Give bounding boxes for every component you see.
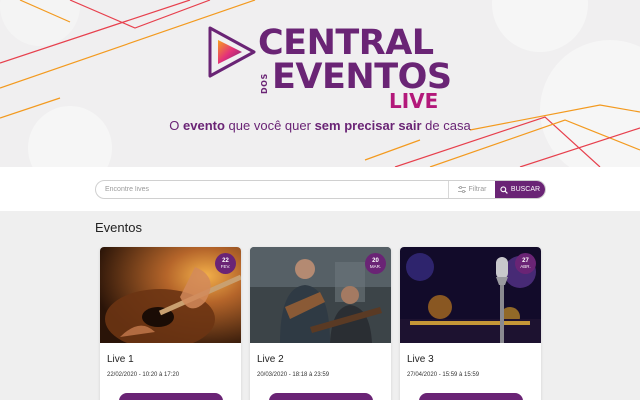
search-input[interactable] [96,181,448,198]
filter-button[interactable]: Filtrar [448,181,495,198]
event-title: Live 2 [257,354,284,365]
event-cta-button[interactable] [119,393,223,400]
brand-logo[interactable]: CENTRAL DOS EVENTOS LIVE [206,24,452,116]
event-title: Live 3 [407,354,434,365]
search-bar: Filtrar BUSCAR [95,180,546,199]
sliders-icon [457,186,466,193]
brand-name-live: LIVE [389,89,439,113]
event-card[interactable]: 20 MAR. Live 2 20/03/2020 - 18:18 à 23:5… [250,247,391,400]
event-cta-button[interactable] [269,393,373,400]
event-cta-button[interactable] [419,393,523,400]
event-card[interactable]: 27 ABR. Live 3 27/04/2020 - 15:59 à 15:5… [400,247,541,400]
tagline: O evento que você quer sem precisar sair… [169,118,471,133]
search-icon [500,185,508,194]
brand-name-dos: DOS [260,73,269,94]
events-heading: Eventos [95,220,142,235]
play-logo-icon [208,26,256,78]
search-band: Filtrar BUSCAR [0,167,640,211]
event-title: Live 1 [107,354,134,365]
search-button[interactable]: BUSCAR [495,181,545,198]
event-image-guitar-closeup[interactable]: 22 FEV. [100,247,241,343]
event-image-guitarists[interactable]: 20 MAR. [250,247,391,343]
event-card[interactable]: 22 FEV. Live 1 22/02/2020 - 10:20 à 17:2… [100,247,241,400]
date-badge: 27 ABR. [515,253,536,274]
event-dates: 20/03/2020 - 18:18 à 23:59 [257,372,330,378]
search-button-label: BUSCAR [510,186,541,193]
event-dates: 27/04/2020 - 15:59 à 15:59 [407,372,480,378]
filter-label: Filtrar [468,186,487,193]
hero-banner: CENTRAL DOS EVENTOS LIVE O evento que vo… [0,0,640,167]
event-image-microphone[interactable]: 27 ABR. [400,247,541,343]
date-badge: 22 FEV. [215,253,236,274]
event-dates: 22/02/2020 - 10:20 à 17:20 [107,372,180,378]
date-badge: 20 MAR. [365,253,386,274]
